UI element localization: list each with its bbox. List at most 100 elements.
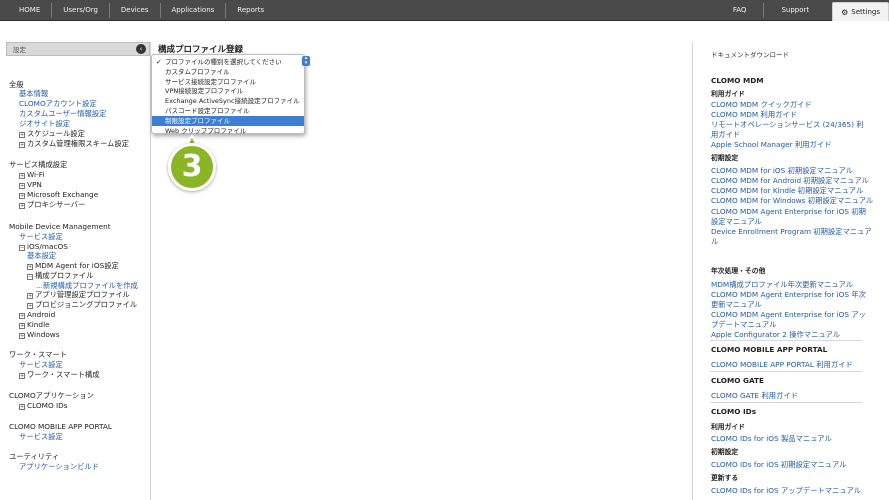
sidebar-item-label: ワーク・スマート <box>9 350 68 359</box>
collapse-sidebar-icon[interactable]: ‹ <box>136 44 146 54</box>
dropdown-option[interactable]: Exchange ActiveSync接続設定プロファイル <box>152 96 304 106</box>
expand-icon[interactable]: + <box>19 333 25 339</box>
document-link[interactable]: CLOMO IDs for iOS 製品マニュアル <box>711 434 832 444</box>
sidebar-item[interactable]: + VPN <box>19 180 42 190</box>
document-link[interactable]: プデートマニュアル <box>711 320 776 330</box>
sidebar-item-label: CLOMOアカウント設定 <box>19 99 97 108</box>
document-link[interactable]: CLOMO MDM Agent Enterprise for iOS 初期 <box>711 207 866 217</box>
expand-icon[interactable]: + <box>19 313 25 319</box>
sidebar-item-label: サービス設定 <box>19 232 63 241</box>
expand-icon[interactable]: + <box>19 404 25 410</box>
document-link[interactable]: CLOMO MDM for Kindle 初期設定マニュアル <box>711 186 863 196</box>
expand-icon[interactable]: + <box>19 373 25 379</box>
collapse-icon[interactable]: − <box>19 245 25 251</box>
expand-icon[interactable]: + <box>27 264 33 270</box>
expand-icon[interactable]: + <box>19 193 25 199</box>
document-link[interactable]: 用ガイド <box>711 130 740 140</box>
nav-users-org[interactable]: Users/Org <box>52 3 110 18</box>
sidebar-item[interactable]: 基本情報 <box>19 89 48 99</box>
select-arrow-icon[interactable]: ▴ ▾ <box>302 56 310 66</box>
dropdown-option[interactable]: パスコード設定プロファイル <box>152 106 304 116</box>
sidebar-item-label: サービス設定 <box>19 432 63 441</box>
dropdown-option[interactable]: VPN接続設定プロファイル <box>152 86 304 96</box>
document-link[interactable]: CLOMO GATE 利用ガイド <box>711 391 798 401</box>
sidebar-item[interactable]: + カスタム管理権限スキーム設定 <box>19 139 129 149</box>
nav-applications[interactable]: Applications <box>161 3 227 18</box>
sidebar-item[interactable]: 基本設定 <box>27 251 56 261</box>
document-link[interactable]: CLOMO MDM for Android 初期設定マニュアル <box>711 176 869 186</box>
document-link[interactable]: 設定マニュアル <box>711 217 762 227</box>
document-link[interactable]: CLOMO MDM Agent Enterprise for iOS アッ <box>711 310 866 320</box>
sidebar-item-label: ジオサイト設定 <box>19 119 71 128</box>
document-link[interactable]: ル <box>711 237 718 247</box>
sidebar-item[interactable]: カスタムユーザー情報設定 <box>19 109 106 119</box>
sidebar-item[interactable]: ジオサイト設定 <box>19 119 70 129</box>
dropdown-option[interactable]: ✓ プロファイルの種別を選択してください <box>152 57 304 67</box>
dropdown-option[interactable]: Web クリッププロファイル <box>152 126 304 136</box>
document-link[interactable]: CLOMO MDM for Windows 初期設定マニュアル <box>711 196 873 206</box>
nav-support[interactable]: Support <box>764 3 826 18</box>
sidebar-item[interactable]: + CLOMO IDs <box>19 401 68 411</box>
expand-icon[interactable]: + <box>19 132 25 138</box>
expand-icon[interactable]: + <box>27 293 33 299</box>
document-link[interactable]: MDM構成プロファイル年次更新マニュアル <box>711 280 853 290</box>
sidebar-item-label: 基本設定 <box>27 251 57 260</box>
document-link[interactable]: Apple Configurator 2 操作マニュアル <box>711 330 840 340</box>
sidebar-item[interactable]: + プロキシサーバー <box>19 200 85 210</box>
sidebar-item[interactable]: + スケジュール設定 <box>19 129 85 139</box>
sidebar-item: サービス構成設定 <box>9 160 67 170</box>
dropdown-option[interactable]: 制限設定プロファイル <box>152 115 304 126</box>
sidebar-item[interactable]: + MDM Agent for iOS設定 <box>27 261 119 271</box>
expand-icon[interactable]: + <box>19 173 25 179</box>
nav-settings-tab[interactable]: ⚙ Settings <box>832 2 889 21</box>
document-section-heading: 年次処理・その他 <box>711 267 766 275</box>
document-link[interactable]: Device Enrollment Program 初期設定マニュア <box>711 227 872 237</box>
nav-reports[interactable]: Reports <box>226 3 275 18</box>
dropdown-option[interactable]: サービス接続設定プロファイル <box>152 77 304 87</box>
document-section-heading: CLOMO GATE <box>711 376 764 385</box>
nav-left: HOME Users/Org Devices Applications Repo… <box>8 3 275 18</box>
expand-icon[interactable]: + <box>19 323 25 329</box>
sidebar-item[interactable]: + Windows <box>19 330 60 340</box>
sidebar-item[interactable]: サービス設定 <box>19 232 63 242</box>
sidebar-item[interactable]: サービス設定 <box>19 432 63 442</box>
sidebar-item[interactable]: + ワーク・スマート構成 <box>19 370 100 380</box>
nav-devices[interactable]: Devices <box>110 3 161 18</box>
document-link[interactable]: CLOMO MDM 利用ガイド <box>711 110 797 120</box>
collapse-icon[interactable]: − <box>27 274 33 280</box>
sidebar-item[interactable]: + プロビジョニングプロファイル <box>27 300 137 310</box>
document-link[interactable]: Apple School Manager 利用ガイド <box>711 140 831 150</box>
dropdown-option[interactable]: カスタムプロファイル <box>152 67 304 77</box>
document-link[interactable]: CLOMO MOBILE APP PORTAL 利用ガイド <box>711 360 853 370</box>
nav-home[interactable]: HOME <box>8 3 53 18</box>
sidebar-item[interactable]: CLOMOアカウント設定 <box>19 99 97 109</box>
document-link[interactable]: CLOMO IDs for iOS アップデートマニュアル <box>711 486 861 496</box>
expand-icon[interactable]: + <box>19 203 25 209</box>
sidebar-item: Mobile Device Management <box>9 222 111 232</box>
sidebar-item[interactable]: + Android <box>19 310 55 320</box>
sidebar-item[interactable]: サービス設定 <box>19 360 63 370</box>
sidebar-item[interactable]: + Microsoft Exchange <box>19 190 98 200</box>
sidebar-item-label: スケジュール設定 <box>27 129 85 138</box>
profile-type-dropdown-menu[interactable]: ✓ プロファイルの種別を選択してください カスタムプロファイル サービス接続設定プロフ… <box>151 54 305 136</box>
sidebar-item[interactable]: + アプリ管理設定プロファイル <box>27 290 130 300</box>
document-link[interactable]: リモートオペレーションサービス (24/365) 利 <box>711 120 864 130</box>
sidebar-item[interactable]: + Wi-Fi <box>19 170 44 180</box>
sidebar-item: CLOMO MOBILE APP PORTAL <box>9 422 112 432</box>
document-link[interactable]: CLOMO MDM クイックガイド <box>711 100 812 110</box>
sidebar-item[interactable]: アプリケーションビルド <box>19 462 99 472</box>
expand-icon[interactable]: + <box>19 142 25 148</box>
sidebar-item-label: Windows <box>27 330 60 339</box>
sidebar-item-label: サービス構成設定 <box>9 160 68 169</box>
sidebar-item[interactable]: + Kindle <box>19 320 50 330</box>
document-link[interactable]: CLOMO IDs for iOS 初期設定マニュアル <box>711 460 846 470</box>
expand-icon[interactable]: + <box>27 303 33 309</box>
expand-icon[interactable]: + <box>19 183 25 189</box>
document-link[interactable]: 更新マニュアル <box>711 300 762 310</box>
document-section-heading: CLOMO MOBILE APP PORTAL <box>711 345 828 354</box>
sidebar-item[interactable]: − 構成プロファイル <box>27 271 93 281</box>
sidebar-item-label: ワーク・スマート構成 <box>27 370 100 379</box>
document-link[interactable]: CLOMO MDM Agent Enterprise for iOS 年次 <box>711 290 866 300</box>
document-link[interactable]: CLOMO MDM for iOS 初期設定マニュアル <box>711 166 853 176</box>
nav-faq[interactable]: FAQ <box>716 3 765 18</box>
